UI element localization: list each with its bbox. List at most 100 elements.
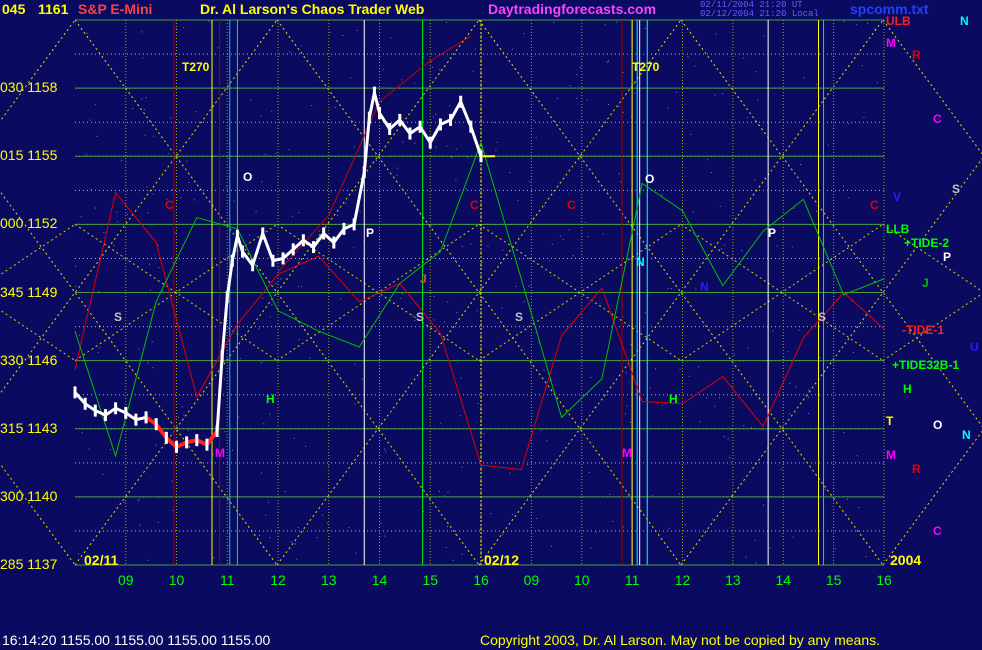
star-dot <box>380 101 382 103</box>
diagonal-line <box>882 19 982 155</box>
star-dot <box>684 523 686 525</box>
x-tick-label: 15 <box>825 572 842 588</box>
star-dot <box>298 339 300 341</box>
star-dot <box>556 98 558 100</box>
star-dot <box>588 472 590 474</box>
star-dot <box>649 387 651 389</box>
star-dot <box>330 191 332 193</box>
star-dot <box>803 77 805 79</box>
star-dot <box>517 200 519 202</box>
star-dot <box>265 514 267 516</box>
price-bar <box>388 123 392 135</box>
star-dot <box>195 111 197 113</box>
star-dot <box>470 243 472 245</box>
star-dot <box>171 480 173 482</box>
star-dot <box>94 104 96 106</box>
star-dot <box>661 194 663 196</box>
star-dot <box>212 453 214 455</box>
star-dot <box>789 382 791 384</box>
star-dot <box>723 436 725 438</box>
star-dot <box>670 288 672 290</box>
star-dot <box>755 71 757 73</box>
status-line: 16:14:20 1155.00 1155.00 1155.00 1155.00 <box>2 632 271 648</box>
star-dot <box>120 159 122 161</box>
star-dot <box>433 319 435 321</box>
price-bar <box>398 113 402 126</box>
point-label: P <box>768 226 777 240</box>
star-dot <box>633 83 635 85</box>
star-dot <box>719 205 721 207</box>
price-bar <box>261 227 265 240</box>
x-tick-label: 16 <box>473 572 489 588</box>
star-dot <box>483 433 485 435</box>
star-dot <box>795 386 797 388</box>
point-label: C <box>567 198 576 212</box>
point-label: P <box>366 226 375 240</box>
star-dot <box>455 148 457 150</box>
star-dot <box>75 265 77 267</box>
star-dot <box>147 559 149 561</box>
x-tick-label: 10 <box>573 572 590 588</box>
star-dot <box>861 65 863 67</box>
star-dot <box>447 301 449 303</box>
star-dot <box>435 146 437 148</box>
star-dot <box>634 92 636 94</box>
star-dot <box>528 285 530 287</box>
star-dot <box>193 199 195 201</box>
star-dot <box>157 522 159 524</box>
star-dot <box>807 396 809 398</box>
star-dot <box>138 348 140 350</box>
point-label: M <box>215 446 225 460</box>
legend-letter: P <box>943 250 952 264</box>
point-label: C <box>870 198 879 212</box>
star-dot <box>867 22 869 24</box>
star-dot <box>602 233 604 235</box>
legend-letter: M <box>886 36 896 50</box>
price-bar <box>164 431 168 444</box>
star-dot <box>620 181 622 183</box>
star-dot <box>667 288 669 290</box>
star-dot <box>334 106 336 108</box>
star-dot <box>856 24 858 26</box>
star-dot <box>550 545 552 547</box>
star-dot <box>80 216 82 218</box>
star-dot <box>559 235 561 237</box>
star-dot <box>761 429 763 431</box>
legend-letter: O <box>933 418 943 432</box>
price-bar <box>144 411 148 424</box>
star-dot <box>461 245 463 247</box>
star-dot <box>297 526 299 528</box>
y-tick-label: 015 1155 <box>0 147 58 164</box>
star-dot <box>400 297 402 299</box>
price-bar <box>154 418 158 431</box>
star-dot <box>487 245 489 247</box>
star-dot <box>301 286 303 288</box>
price-bar <box>342 222 346 235</box>
session-label-1: 02/11 <box>84 552 119 568</box>
star-dot <box>390 37 392 39</box>
star-dot <box>186 160 188 162</box>
star-dot <box>626 405 628 407</box>
star-dot <box>98 327 100 329</box>
price-bar <box>469 120 473 133</box>
x-tick-label: 11 <box>219 572 235 588</box>
star-dot <box>280 278 282 280</box>
star-dot <box>553 21 555 23</box>
price-bar <box>73 386 77 399</box>
x-tick-label: 14 <box>371 572 388 588</box>
star-dot <box>289 51 291 53</box>
legend-letter: N <box>962 428 971 442</box>
star-dot <box>217 47 219 49</box>
star-dot <box>435 113 437 115</box>
star-dot <box>791 246 793 248</box>
star-dot <box>354 403 356 405</box>
x-tick-label: 12 <box>674 572 691 588</box>
star-dot <box>550 275 552 277</box>
star-dot <box>232 449 234 451</box>
star-dot <box>472 70 474 72</box>
x-tick-label: 13 <box>725 572 741 588</box>
star-dot <box>210 21 212 23</box>
star-dot <box>843 432 845 434</box>
star-dot <box>668 527 670 529</box>
star-dot <box>461 466 463 468</box>
